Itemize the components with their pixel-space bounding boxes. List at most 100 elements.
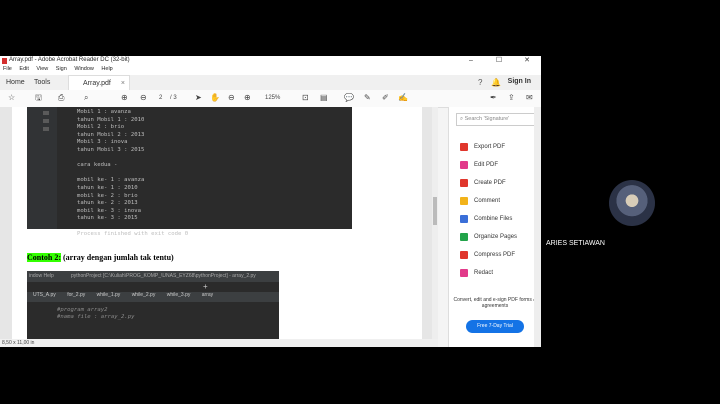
window-controls: – ☐ ✕ — [457, 56, 541, 66]
tool-item[interactable]: Organize Pages — [460, 231, 517, 243]
save-icon[interactable]: 🖫 — [35, 93, 42, 103]
zoom-in-icon[interactable]: ⊕ — [244, 93, 251, 103]
document-area[interactable]: Mobil 1 : avanza tahun Mobil 1 : 2010 Mo… — [0, 107, 438, 340]
output-line: Mobil 3 : inova — [77, 139, 128, 146]
page-size-label: 8,50 x 11,00 in — [2, 340, 35, 346]
star-icon[interactable]: ☆ — [8, 93, 15, 103]
tools-search-input[interactable]: ⌕ Search 'Signature' — [456, 113, 536, 126]
tool-item[interactable]: Export PDF — [460, 141, 505, 153]
title-bar: Array.pdf - Adobe Acrobat Reader DC (32-… — [0, 56, 541, 66]
tool-label: Organize Pages — [474, 234, 518, 240]
draw-icon[interactable]: ✐ — [382, 93, 389, 103]
free-trial-button[interactable]: Free 7-Day Trial — [466, 320, 524, 333]
menu-edit[interactable]: Edit — [19, 66, 28, 72]
zoom-level[interactable]: 125% — [265, 93, 280, 103]
prev-page-icon[interactable]: ⊕ — [121, 93, 128, 103]
output-text: Mobil 1 : avanza tahun Mobil 1 : 2010 Mo… — [77, 109, 188, 238]
acrobat-window: Array.pdf - Adobe Acrobat Reader DC (32-… — [0, 56, 541, 347]
tool-icon — [460, 269, 468, 277]
tab-bar: Home Tools Array.pdf × ? 🔔 Sign In — [0, 75, 541, 91]
output-line: cara kedua - — [77, 162, 118, 169]
share-icon[interactable]: ⇪ — [508, 93, 515, 103]
tab-tools[interactable]: Tools — [34, 75, 50, 90]
tab-close-icon[interactable]: × — [121, 76, 125, 91]
tool-item[interactable]: Edit PDF — [460, 159, 498, 171]
menu-help[interactable]: Help — [101, 66, 112, 72]
output-line: Mobil 2 : brio — [77, 124, 125, 131]
menu-window[interactable]: Window — [74, 66, 94, 72]
print-icon[interactable]: ⎙ — [58, 93, 64, 103]
window-title: Array.pdf - Adobe Acrobat Reader DC (32-… — [9, 57, 130, 63]
ide-tab: array — [201, 292, 214, 298]
example-label: Contoh 2: — [27, 253, 62, 262]
ide-tab: while_1.py — [96, 292, 121, 298]
menu-sign[interactable]: Sign — [56, 66, 67, 72]
pdf-page: Mobil 1 : avanza tahun Mobil 1 : 2010 Mo… — [12, 107, 422, 340]
ide-output-screenshot: Mobil 1 : avanza tahun Mobil 1 : 2010 Mo… — [27, 107, 352, 237]
tab-home[interactable]: Home — [6, 75, 25, 90]
highlight-pen-icon[interactable]: ✎ — [364, 93, 371, 103]
sign-icon[interactable]: ✍ — [398, 93, 408, 103]
document-scrollbar[interactable] — [432, 107, 438, 340]
tool-item[interactable]: Compress PDF — [460, 249, 515, 261]
output-line: tahun Mobil 1 : 2010 — [77, 116, 145, 123]
output-line: tahun Mobil 2 : 2013 — [77, 131, 145, 138]
zoom-out-icon[interactable]: ⊖ — [228, 93, 235, 103]
tool-icon — [460, 215, 468, 223]
toolbar: ☆ 🖫 ⎙ ⌕ ⊕ ⊖ 2 / 3 ➤ ✋ ⊖ ⊕ 125% ⊡ ▤ 💬 ✎ ✐… — [0, 90, 541, 108]
tools-pane: ⌕ Search 'Signature' Export PDF Edit PDF C… — [448, 107, 541, 347]
help-icon[interactable]: ? — [478, 78, 482, 87]
participant-name: ARIES SETIAWAN — [546, 240, 605, 247]
tool-item[interactable]: Redact — [460, 267, 493, 279]
sign-in-link[interactable]: Sign In — [508, 78, 531, 85]
scroll-mode-icon[interactable]: ▤ — [320, 93, 328, 103]
close-button[interactable]: ✕ — [513, 56, 541, 66]
stop-icon — [43, 119, 49, 123]
tab-document[interactable]: Array.pdf × — [68, 75, 130, 90]
output-line: mobil ke- 1 : avanza — [77, 177, 145, 184]
tool-label: Edit PDF — [474, 162, 499, 168]
comment-icon[interactable]: 💬 — [344, 93, 354, 103]
ide-gutter — [27, 107, 57, 229]
page-total: / 3 — [170, 95, 177, 101]
menu-view[interactable]: View — [36, 66, 48, 72]
fit-page-icon[interactable]: ⊡ — [302, 93, 309, 103]
add-icon: + — [203, 282, 208, 291]
ide-path: pythonProject [C:\Kuliah\PROG_KOMP_\UNAS… — [71, 273, 256, 279]
code-line: #program array2 — [57, 307, 108, 313]
acrobat-logo-icon — [2, 58, 7, 64]
tool-label: Comment — [474, 198, 501, 204]
search-icon: ⌕ — [460, 116, 464, 122]
ide-tabs: UTS_A.py for_2.py while_1.py while_2.py … — [27, 292, 279, 302]
ide-tab: while_2.py — [131, 292, 156, 298]
hand-icon[interactable]: ✋ — [210, 93, 220, 103]
ide-tab: UTS_A.py — [33, 292, 56, 298]
bell-icon[interactable]: 🔔 — [491, 78, 501, 87]
tool-item[interactable]: Create PDF — [460, 177, 506, 189]
select-arrow-icon[interactable]: ➤ — [195, 93, 202, 103]
ide-tab: while_3.py — [166, 292, 191, 298]
tool-item[interactable]: Combine Files — [460, 213, 512, 225]
code-line: #nama file : array_2.py — [57, 314, 135, 320]
maximize-button[interactable]: ☐ — [485, 56, 513, 66]
menu-file[interactable]: File — [3, 66, 12, 72]
output-line: tahun ke- 3 : 2015 — [77, 215, 138, 222]
tool-item[interactable]: Comment — [460, 195, 500, 207]
rerun-icon — [43, 111, 49, 115]
ide-menu: indow Help — [29, 273, 54, 279]
search-icon[interactable]: ⌕ — [84, 93, 88, 103]
example-text: (array dengan jumlah tak tentu) — [61, 253, 174, 262]
tool-icon — [460, 233, 468, 241]
scrollbar-thumb[interactable] — [433, 197, 437, 225]
sign-pen-icon[interactable]: ✒ — [490, 93, 497, 103]
layout-icon — [43, 127, 49, 131]
tool-label: Compress PDF — [474, 252, 516, 258]
page-current[interactable]: 2 — [159, 93, 162, 103]
next-page-icon[interactable]: ⊖ — [140, 93, 147, 103]
tools-scrollbar[interactable] — [534, 107, 541, 347]
tool-label: Combine Files — [474, 216, 513, 222]
minimize-button[interactable]: – — [457, 56, 485, 66]
mail-icon[interactable]: ✉ — [526, 93, 533, 103]
ide-code-screenshot: indow Help pythonProject [C:\Kuliah\PROG… — [27, 271, 279, 340]
status-bar: 8,50 x 11,00 in — [0, 339, 438, 347]
